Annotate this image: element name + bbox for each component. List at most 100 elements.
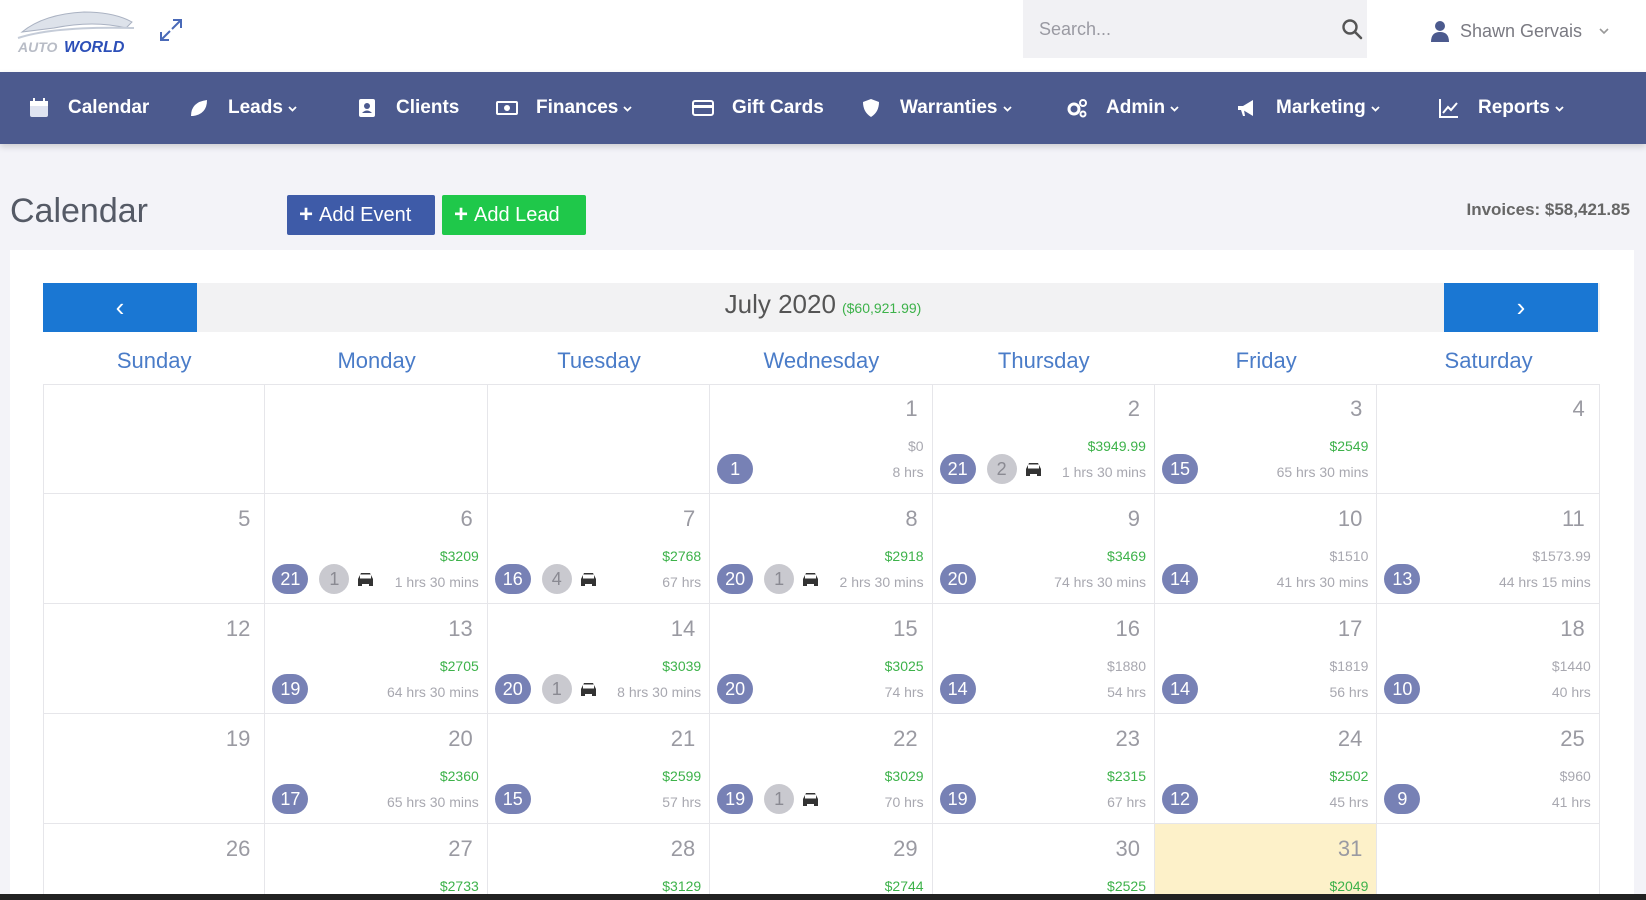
day-cell[interactable]: 23 $2315 67 hrs 19 [932,714,1155,824]
day-amount: $2360 [439,768,479,784]
day-cell[interactable]: 15 $3025 74 hrs 20 [710,604,933,714]
nav-label: Finances [536,97,619,118]
day-cell[interactable]: 29 $2744 [710,824,933,900]
add-lead-button[interactable]: + Add Lead [442,195,586,235]
day-cell[interactable]: 9 $3469 74 hrs 30 mins 20 [932,494,1155,604]
day-cell[interactable]: 19 [43,714,266,824]
event-count-badge[interactable]: 15 [1162,454,1198,484]
day-number: 15 [893,616,918,641]
day-cell[interactable]: 25 $960 41 hrs 9 [1377,714,1600,824]
event-count-badge[interactable]: 1 [717,454,754,484]
event-count-badge[interactable]: 12 [1162,784,1198,814]
day-cell[interactable]: 14 $3039 8 hrs 30 mins 20 1 [487,604,711,714]
lead-count-badge[interactable]: 1 [764,784,795,814]
event-count-badge[interactable]: 9 [1384,784,1421,814]
day-number: 7 [682,506,696,531]
day-cell[interactable]: 5 [43,494,266,604]
day-cell[interactable]: 2 $3949.99 1 hrs 30 mins 21 2 [932,384,1155,494]
search-icon[interactable] [1341,18,1363,40]
day-hours: 74 hrs 30 mins [1054,574,1146,590]
day-cell[interactable]: 8 $2918 2 hrs 30 mins 20 1 [710,494,933,604]
day-amount: $2733 [439,878,479,894]
day-cell[interactable]: 27 $2733 [265,824,488,900]
event-count-badge[interactable]: 15 [494,784,531,814]
nav-gift-cards[interactable]: Gift Cards [692,72,824,144]
day-cell[interactable]: 30 $2525 [932,824,1155,900]
day-number: 29 [893,836,918,861]
event-count-badge[interactable]: 10 [1384,674,1421,704]
day-hours: 56 hrs [1329,684,1369,700]
day-cell[interactable]: 3 $2549 65 hrs 30 mins 15 [1155,384,1378,494]
expand-icon[interactable] [158,17,184,43]
day-cell[interactable]: 21 $2599 57 hrs 15 [487,714,711,824]
event-count-badge[interactable]: 19 [272,674,309,704]
day-cell[interactable]: 18 $1440 40 hrs 10 [1377,604,1600,714]
day-cell[interactable]: 13 $2705 64 hrs 30 mins 19 [265,604,488,714]
day-cell[interactable]: 7 $2768 67 hrs 16 4 [487,494,711,604]
day-cell[interactable]: 16 $1880 54 hrs 14 [932,604,1155,714]
nav-clients[interactable]: Clients [356,72,459,144]
event-count-badge[interactable]: 14 [1162,564,1198,594]
day-cell[interactable]: 6 $3209 1 hrs 30 mins 21 1 [265,494,488,604]
day-hours: 70 hrs [884,794,924,810]
event-count-badge[interactable]: 21 [272,564,309,594]
event-count-badge[interactable]: 14 [939,674,976,704]
day-cell[interactable]: 31 $2049 [1155,824,1378,900]
add-event-button[interactable]: + Add Event [287,195,435,235]
day-cell[interactable]: 20 $2360 65 hrs 30 mins 17 [265,714,488,824]
day-number: 26 [225,836,251,861]
lead-count-badge[interactable]: 4 [541,564,572,594]
chart-icon [1439,99,1458,118]
weekday-thursday: Thursday [997,348,1090,373]
lead-count-badge[interactable]: 1 [541,674,572,704]
nav-marketing[interactable]: Marketing [1236,72,1381,144]
event-count-badge[interactable]: 19 [939,784,976,814]
search-box [1023,0,1367,58]
car-icon [803,793,819,806]
lead-count-badge[interactable]: 2 [986,454,1017,484]
day-cell[interactable]: 28 $3129 [487,824,711,900]
day-cell[interactable]: 1 $0 8 hrs 1 [710,384,933,494]
weekday-tuesday: Tuesday [557,348,641,373]
event-count-badge[interactable]: 20 [939,564,976,594]
search-input[interactable] [1039,15,1309,43]
day-cell[interactable]: 24 $2502 45 hrs 12 [1155,714,1378,824]
event-count-badge[interactable]: 20 [717,564,754,594]
event-count-badge[interactable]: 14 [1162,674,1198,704]
day-cell[interactable]: 11 $1573.99 44 hrs 15 mins 13 [1377,494,1600,604]
day-number: 11 [1561,506,1585,531]
money-icon [496,101,518,115]
day-cell[interactable]: 22 $3029 70 hrs 19 1 [710,714,933,824]
event-count-badge[interactable]: 21 [939,454,976,484]
day-hours: 45 hrs [1329,794,1369,810]
nav-finances[interactable]: Finances [496,72,633,144]
nav-leads[interactable]: Leads [188,72,298,144]
event-count-badge[interactable]: 20 [494,674,531,704]
page-title: Calendar [10,192,148,230]
nav-reports[interactable]: Reports [1438,72,1565,144]
user-menu[interactable]: Shawn Gervais [1430,16,1610,46]
window-bottom-bar [0,894,1646,900]
day-cell[interactable]: 4 [1377,384,1600,494]
event-count-badge[interactable]: 20 [717,674,754,704]
day-hours: 40 hrs [1551,684,1591,700]
day-cell[interactable]: 10 $1510 41 hrs 30 mins 14 [1155,494,1378,604]
day-cell[interactable]: 12 [43,604,266,714]
nav-calendar[interactable]: Calendar [28,72,149,144]
event-count-badge[interactable]: 19 [717,784,754,814]
event-count-badge[interactable]: 16 [494,564,531,594]
nav-warranties[interactable]: Warranties [860,72,1013,144]
event-count-badge[interactable]: 13 [1384,564,1421,594]
auto-world-logo[interactable]: AUTO WORLD [14,4,140,56]
lead-count-badge[interactable]: 1 [319,564,350,594]
lead-count-badge[interactable]: 1 [764,564,795,594]
day-hours: 2 hrs 30 mins [839,574,924,590]
day-hours: 67 hrs [662,574,702,590]
event-count-badge[interactable]: 17 [272,784,309,814]
nav-admin[interactable]: Admin [1066,72,1180,144]
day-number: 4 [1572,396,1585,421]
day-cell[interactable]: 26 [43,824,266,900]
day-cell[interactable]: 17 $1819 56 hrs 14 [1155,604,1378,714]
nav-label: Marketing [1276,97,1366,118]
day-amount: $2768 [662,548,702,564]
